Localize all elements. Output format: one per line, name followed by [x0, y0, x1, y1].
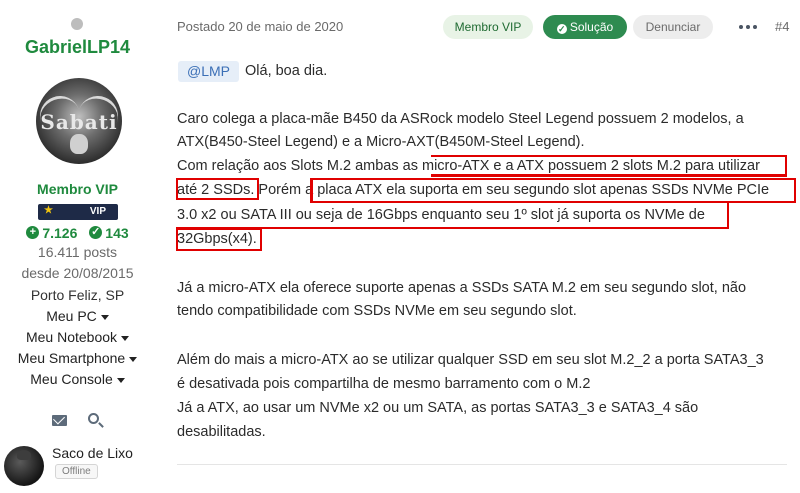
author-join-date: desde 20/08/2015 [21, 265, 134, 281]
post-line: Já a ATX, ao usar um NVMe x2 ou um SATA,… [177, 400, 699, 416]
highlight-box [431, 155, 787, 177]
plus-icon: + [26, 226, 40, 239]
caret-down-icon [100, 314, 109, 320]
member-vip-badge: Membro VIP [443, 15, 533, 39]
menu-meu-console[interactable]: Meu Console [0, 371, 155, 387]
post-number[interactable]: #4 [775, 19, 789, 34]
highlight-box [176, 203, 729, 229]
post-line: Já a micro-ATX ela oferece suporte apena… [177, 280, 747, 296]
search-icon[interactable] [88, 413, 99, 424]
more-dot [753, 25, 757, 29]
post-line: Além do mais a micro-ATX ao se utilizar … [177, 352, 764, 368]
menu-meu-smartphone-label: Meu Smartphone [17, 350, 126, 366]
post-date[interactable]: Postado 20 de maio de 2020 [177, 19, 343, 34]
vip-badge: ★ VIP [38, 204, 118, 220]
post-line: desabilitadas. [177, 424, 266, 440]
vip-badge-label: VIP [89, 206, 106, 217]
highlight-box [176, 228, 262, 251]
menu-meu-notebook-label: Meu Notebook [25, 329, 118, 345]
more-dot [739, 25, 743, 29]
caret-down-icon [129, 356, 138, 362]
more-dot [746, 25, 750, 29]
author-avatar[interactable]: Sabati [36, 78, 122, 164]
star-icon: ★ [44, 205, 53, 216]
caret-down-icon [121, 335, 130, 341]
report-button[interactable]: Denunciar [633, 15, 713, 39]
positive-reactions: + 7.126 [26, 225, 77, 241]
post-line: tendo compatibilidade com SSDs NVMe em s… [177, 303, 577, 319]
post-greeting: Olá, boa dia. [245, 63, 328, 79]
positive-count: 7.126 [42, 224, 78, 241]
author-contact-icons [52, 412, 106, 428]
avatar-logo-text: Sabati [40, 110, 118, 134]
more-icon[interactable] [739, 25, 757, 30]
author-reactions: + 7.126 ✓ 143 [0, 222, 155, 241]
menu-meu-notebook[interactable]: Meu Notebook [0, 329, 155, 345]
user-avatar-saco-de-lixo[interactable] [4, 446, 44, 486]
highlight-box [310, 178, 796, 203]
solution-button-label: Solução [569, 20, 614, 34]
post-line: Caro colega a placa-mãe B450 da ASRock m… [177, 111, 744, 127]
author-username[interactable]: GabrielLP14 [0, 37, 155, 58]
caret-down-icon [116, 377, 125, 383]
author-rank: Membro VIP [37, 181, 118, 197]
menu-meu-smartphone[interactable]: Meu Smartphone [0, 350, 155, 366]
post-line: é desativada pois compartilha de mesmo b… [177, 376, 591, 392]
online-status-icon [71, 18, 83, 30]
mail-icon[interactable] [52, 415, 67, 426]
solution-reactions: ✓ 143 [89, 224, 129, 241]
user-mention[interactable]: @LMP [178, 61, 239, 82]
user-name-saco-de-lixo[interactable]: Saco de Lixo [52, 445, 133, 461]
author-post-count: 16.411 posts [37, 244, 118, 260]
solution-button[interactable]: ✓ Solução [543, 15, 627, 39]
post-divider [177, 464, 787, 465]
author-sidebar: GabrielLP14 Sabati Membro VIP ★ VIP + 7.… [0, 0, 160, 493]
solution-count: 143 [105, 224, 129, 241]
user-status-badge: Offline [55, 464, 98, 479]
check-icon: ✓ [89, 226, 103, 239]
post-line: ATX(B450-Steel Legend) e a Micro-AXT(B45… [177, 134, 585, 150]
menu-meu-pc-label: Meu PC [46, 308, 97, 324]
menu-meu-console-label: Meu Console [30, 371, 113, 387]
check-icon: ✓ [556, 24, 567, 34]
author-location: Porto Feliz, SP [30, 287, 125, 303]
highlight-box [176, 178, 259, 200]
avatar-skull [70, 134, 88, 154]
menu-meu-pc[interactable]: Meu PC [0, 308, 155, 324]
